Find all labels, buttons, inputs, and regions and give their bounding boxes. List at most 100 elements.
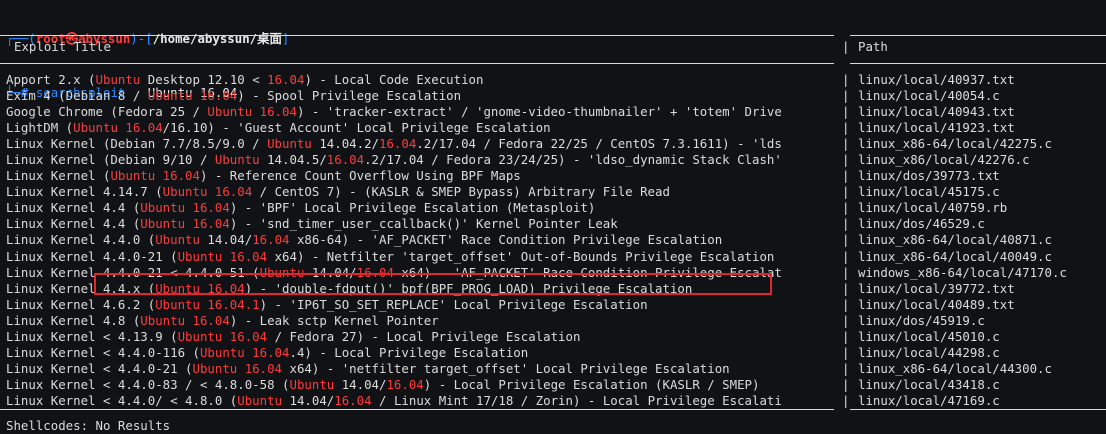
- title-text: ) - Spool Privilege Escalation: [237, 88, 462, 104]
- table-header-rule-title: [0, 63, 834, 64]
- exploit-row: LightDM (Ubuntu 16.04/16.10) - 'Guest Ac…: [0, 120, 1106, 136]
- exploit-title: Linux Kernel < 4.4.0-83 / < 4.8.0-58 (Ub…: [6, 377, 832, 393]
- exploit-row: Linux Kernel (Debian 7.7/8.5/9.0 / Ubunt…: [0, 136, 1106, 152]
- column-separator: |: [842, 152, 850, 168]
- column-separator: |: [842, 72, 850, 87]
- header-path: Path: [858, 39, 888, 54]
- exploit-title: Linux Kernel < 4.4.0-116 (Ubuntu 16.04.4…: [6, 345, 832, 361]
- title-text: Linux Kernel (: [6, 168, 111, 184]
- column-separator: |: [842, 264, 850, 280]
- column-separator: |: [842, 312, 850, 328]
- table-bottom-rule-path: [850, 409, 1106, 410]
- title-text: Linux Kernel (Debian 9/10 /: [6, 152, 215, 168]
- search-match-text: Ubuntu 16.04: [192, 360, 283, 376]
- exploit-path: linux/local/40489.txt: [858, 296, 1015, 312]
- title-text: ) - 'BPF' Local Privilege Escalation (Me…: [229, 200, 596, 216]
- title-text: Linux Kernel 4.4 (: [6, 216, 141, 232]
- title-text: Exim 4 (Debian 8 /: [6, 88, 148, 104]
- title-text: .4) - Local Privilege Escalation: [289, 344, 529, 360]
- title-text: LightDM (: [6, 120, 74, 136]
- search-match-text: Ubuntu 16.04.1: [155, 296, 260, 312]
- exploit-row: Exim 4 (Debian 8 / Ubuntu 16.04) - Spool…: [0, 88, 1106, 104]
- title-text: Desktop 12.10 <: [140, 72, 268, 87]
- exploit-row: Linux Kernel < 4.4.0-116 (Ubuntu 16.04.4…: [0, 345, 1106, 361]
- search-match-text: Ubuntu 16.04: [140, 312, 230, 328]
- column-separator: |: [842, 296, 850, 312]
- title-text: .2/17.04 / Fedora 22/25 / CentOS 7.3.161…: [416, 136, 782, 152]
- exploit-title: LightDM (Ubuntu 16.04/16.10) - 'Guest Ac…: [6, 120, 832, 136]
- exploit-title: Linux Kernel 4.6.2 (Ubuntu 16.04.1) - 'I…: [6, 297, 832, 313]
- exploit-path: linux/dos/39773.txt: [858, 168, 1000, 184]
- column-separator: |: [842, 344, 850, 360]
- search-match-text: Ubuntu 16.04: [110, 168, 200, 184]
- search-match-text: 16.04: [379, 136, 417, 152]
- exploit-path: linux/local/41923.txt: [858, 120, 1015, 136]
- exploit-title: Linux Kernel 4.4.0 (Ubuntu 14.04/16.04 x…: [6, 232, 832, 248]
- title-text: / Linux Mint 17/18 / Zorin) - Local Priv…: [371, 392, 782, 408]
- title-text: ) - Leak sctp Kernel Pointer: [229, 312, 439, 328]
- column-separator: |: [842, 120, 850, 136]
- search-match-text: Ubuntu 16.04: [177, 248, 268, 264]
- search-match-text: 16.04: [334, 392, 372, 408]
- exploit-row: Linux Kernel 4.6.2 (Ubuntu 16.04.1) - 'I…: [0, 297, 1106, 313]
- title-text: Linux Kernel 4.4 (: [6, 200, 141, 216]
- annotation-highlight-box: [94, 273, 772, 295]
- title-text: / Fedora 27) - Local Privilege Escalatio…: [267, 328, 581, 344]
- exploit-title: Linux Kernel < 4.4.0-21 (Ubuntu 16.04 x6…: [6, 361, 832, 377]
- exploit-title: Linux Kernel < 4.13.9 (Ubuntu 16.04 / Fe…: [6, 329, 832, 345]
- search-match-text: Ubuntu: [267, 136, 312, 152]
- table-bottom-rule-title: [0, 409, 834, 410]
- exploit-row: Linux Kernel (Ubuntu 16.04) - Reference …: [0, 168, 1106, 184]
- exploit-row: Linux Kernel < 4.4.0-83 / < 4.8.0-58 (Ub…: [0, 377, 1106, 393]
- search-match-text: Ubuntu: [214, 152, 260, 168]
- exploit-path: linux_x86-64/local/40049.c: [858, 248, 1052, 264]
- exploit-path: linux/local/40937.txt: [858, 72, 1015, 87]
- exploit-path: linux/local/40054.c: [858, 88, 1000, 104]
- exploit-path: linux/local/45175.c: [858, 184, 1000, 200]
- exploit-row: Linux Kernel 4.4.0-21 (Ubuntu 16.04 x64)…: [0, 249, 1106, 265]
- search-match-text: 16.04: [326, 152, 365, 168]
- column-separator: |: [842, 88, 850, 104]
- title-text: ) - 'IP6T_SO_SET_REPLACE' Local Privileg…: [259, 296, 648, 312]
- title-text: Linux Kernel (Debian 7.7/8.5/9.0 /: [6, 136, 268, 152]
- search-match-text: Ubuntu 16.04: [177, 328, 268, 344]
- search-match-text: Ubuntu 16.04: [207, 104, 297, 120]
- table-header: Exploit Title | Path: [0, 38, 1106, 56]
- title-text: x86-64) - 'AF_PACKET' Race Condition Pri…: [289, 232, 723, 248]
- exploit-row: Linux Kernel < 4.4.0/ < 4.8.0 (Ubuntu 14…: [0, 393, 1106, 409]
- title-text: Linux Kernel < 4.4.0/ < 4.8.0 (: [6, 392, 238, 408]
- title-text: / CentOS 7) - (KASLR & SMEP Bypass) Arbi…: [252, 184, 670, 200]
- exploit-path: linux/dos/45919.c: [858, 312, 985, 328]
- title-text: ) - 'tracker-extract' / 'gnome-video-thu…: [296, 104, 782, 120]
- title-text: Linux Kernel < 4.4.0-116 (: [6, 344, 200, 360]
- exploit-path: linux_x86/local/42276.c: [858, 152, 1030, 168]
- search-match-text: Ubuntu 16.04: [140, 200, 230, 216]
- exploit-path: linux_x86-64/local/44300.c: [858, 360, 1052, 376]
- exploit-title: Linux Kernel (Debian 7.7/8.5/9.0 / Ubunt…: [6, 136, 832, 152]
- header-exploit-title: Exploit Title: [14, 39, 111, 54]
- exploit-path: linux/local/39772.txt: [858, 280, 1015, 296]
- exploit-title: Linux Kernel (Debian 9/10 / Ubuntu 14.04…: [6, 152, 832, 168]
- column-separator: |: [842, 376, 850, 392]
- search-match-text: 16.04: [267, 72, 305, 87]
- exploit-title: Linux Kernel 4.4.0-21 (Ubuntu 16.04 x64)…: [6, 249, 832, 265]
- exploit-title: Apport 2.x (Ubuntu Desktop 12.10 < 16.04…: [6, 72, 832, 88]
- column-separator: |: [842, 136, 850, 152]
- column-separator: |: [842, 328, 850, 344]
- exploit-title: Linux Kernel 4.8 (Ubuntu 16.04) - Leak s…: [6, 313, 832, 329]
- title-text: Linux Kernel < 4.4.0-83 / < 4.8.0-58 (: [6, 376, 290, 392]
- exploit-row: Google Chrome (Fedora 25 / Ubuntu 16.04)…: [0, 104, 1106, 120]
- column-separator: |: [842, 248, 850, 264]
- exploit-row: Linux Kernel < 4.13.9 (Ubuntu 16.04 / Fe…: [0, 329, 1106, 345]
- table-top-rule-title: [0, 35, 834, 36]
- search-match-text: Ubuntu 16.04: [199, 344, 290, 360]
- exploit-row: Linux Kernel (Debian 9/10 / Ubuntu 14.04…: [0, 152, 1106, 168]
- title-text: 14.04/: [334, 376, 387, 392]
- column-separator: |: [842, 232, 850, 248]
- title-text: ) - Reference Count Overflow Using BPF M…: [199, 168, 521, 184]
- title-text: Linux Kernel < 4.4.0-21 (: [6, 360, 193, 376]
- title-text: Google Chrome (Fedora 25 /: [6, 104, 208, 120]
- exploit-path: windows_x86-64/local/47170.c: [858, 264, 1067, 280]
- column-separator: |: [842, 200, 850, 216]
- column-separator: |: [842, 360, 850, 376]
